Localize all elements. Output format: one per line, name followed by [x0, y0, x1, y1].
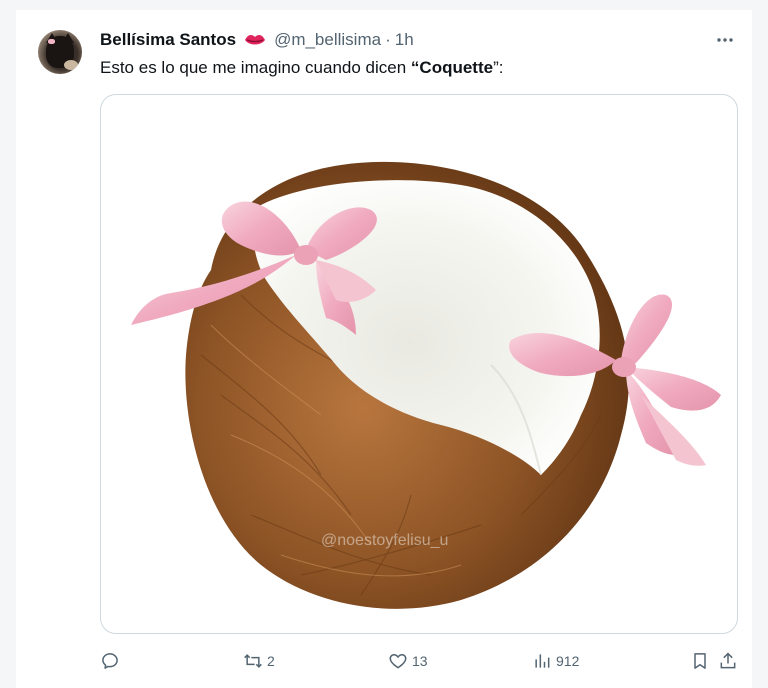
tweet-text-prefix: Esto es lo que me imagino cuando dicen	[100, 58, 411, 77]
retweet-icon	[244, 654, 262, 668]
like-count: 13	[412, 653, 428, 669]
avatar[interactable]	[38, 30, 82, 74]
author-name[interactable]: Bellísima Santos	[100, 30, 236, 50]
more-options-button[interactable]	[712, 32, 738, 48]
views-count: 912	[556, 653, 580, 669]
views-chart-icon	[535, 654, 550, 668]
bookmark-button[interactable]	[690, 646, 710, 676]
more-horizontal-icon	[717, 38, 733, 42]
retweet-button[interactable]: 2	[243, 646, 275, 676]
coconut-image: @noestoyfelisu_u	[131, 161, 721, 609]
avatar-bow	[48, 39, 55, 44]
reply-button[interactable]	[100, 646, 124, 676]
share-icon	[720, 652, 736, 669]
separator-dot: ·	[385, 30, 391, 49]
tweet-actions: 2 13 912	[100, 646, 740, 676]
views-button[interactable]: 912	[532, 646, 579, 676]
heart-icon	[389, 654, 407, 669]
bookmark-icon	[694, 653, 706, 669]
timestamp[interactable]: 1h	[395, 30, 414, 50]
lips-emoji-icon	[245, 35, 266, 45]
tweet-header: Bellísima Santos @m_bellisima · 1h	[100, 29, 414, 51]
tweet-text: Esto es lo que me imagino cuando dicen “…	[100, 58, 503, 78]
tweet-card[interactable]: Bellísima Santos @m_bellisima · 1h Esto …	[16, 10, 752, 688]
author-handle[interactable]: @m_bellisima	[274, 30, 381, 50]
tweet-text-bold: Coquette	[419, 58, 494, 77]
share-button[interactable]	[718, 646, 738, 676]
avatar-paw	[64, 60, 78, 70]
retweet-count: 2	[267, 653, 275, 669]
reply-icon	[102, 653, 118, 669]
image-watermark: @noestoyfelisu_u	[321, 532, 448, 549]
tweet-text-suffix: ”:	[493, 58, 504, 77]
tweet-media[interactable]: @noestoyfelisu_u	[100, 94, 738, 634]
like-button[interactable]: 13	[388, 646, 428, 676]
